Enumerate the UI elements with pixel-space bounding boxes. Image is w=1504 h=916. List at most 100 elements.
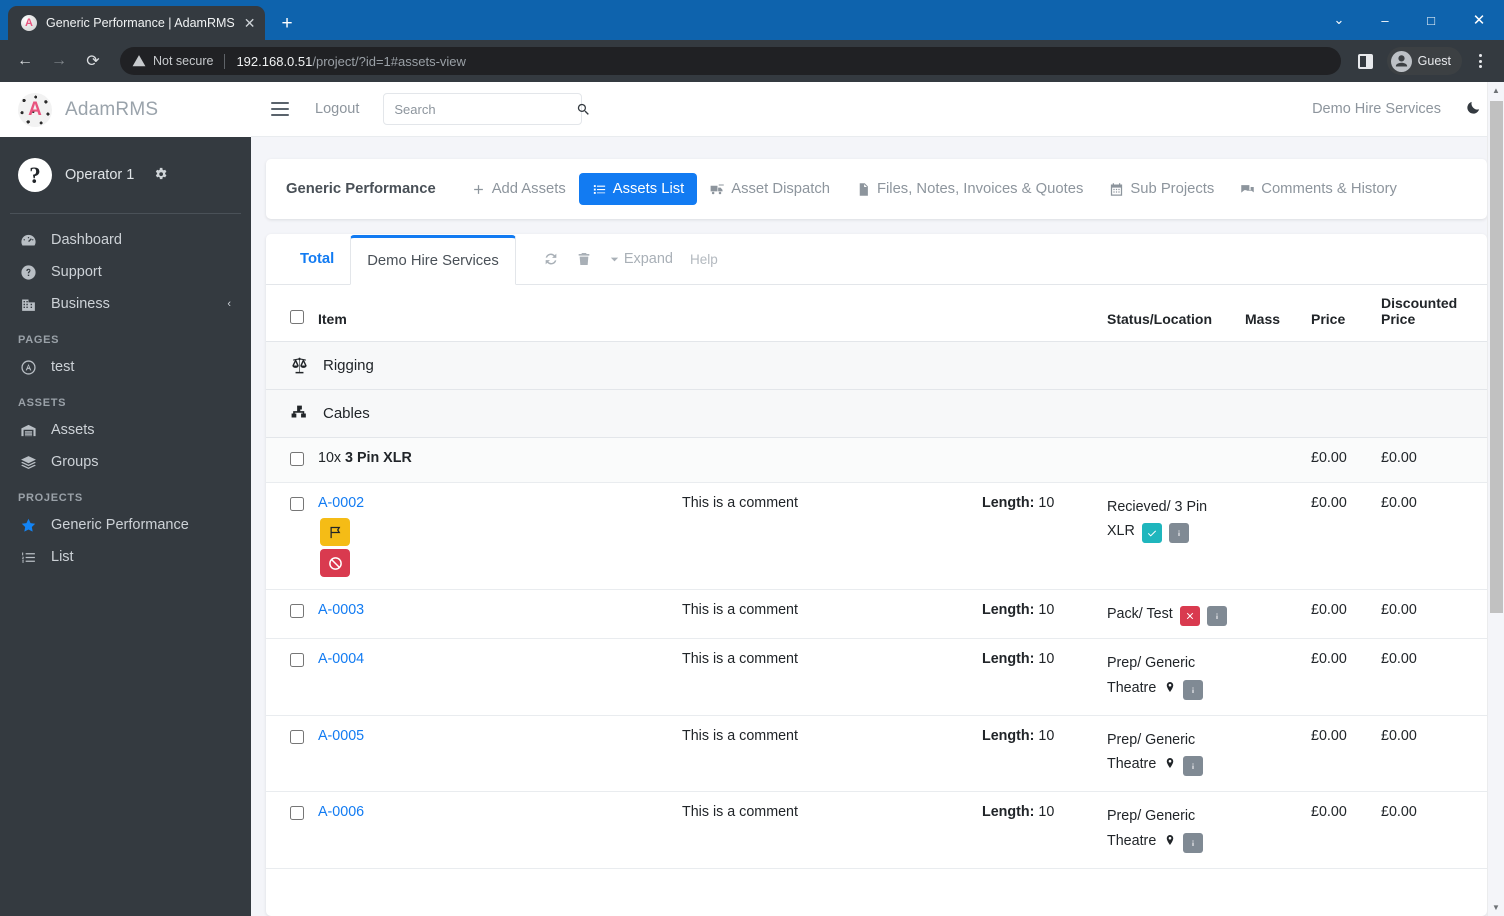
sidebar-item-groups[interactable]: Groups [0, 446, 251, 478]
refresh-button[interactable] [543, 251, 559, 267]
logout-link[interactable]: Logout [315, 101, 359, 117]
select-all-checkbox[interactable] [290, 310, 304, 324]
asset-group-row[interactable]: Rigging [266, 342, 1487, 390]
info-badge-icon[interactable] [1183, 680, 1203, 700]
help-link[interactable]: Help [690, 252, 718, 267]
tab-add-assets[interactable]: Add Assets [458, 173, 579, 205]
cross-badge-icon[interactable] [1180, 606, 1200, 626]
asset-id-link[interactable]: A-0002 [318, 495, 364, 511]
asset-id-link[interactable]: A-0003 [318, 602, 364, 618]
row-checkbox[interactable] [290, 604, 304, 618]
scroll-up-icon[interactable]: ▲ [1488, 82, 1504, 99]
tab-assets-list[interactable]: Assets List [579, 173, 698, 205]
flag-badge-icon[interactable] [320, 518, 350, 546]
search-icon[interactable] [576, 102, 591, 117]
row-checkbox[interactable] [290, 497, 304, 511]
side-panel-icon[interactable] [1353, 48, 1379, 74]
quantity-price: £0.00 [1305, 438, 1375, 483]
asset-quantity-row[interactable]: 10x 3 Pin XLR £0.00 £0.00 [266, 438, 1487, 483]
sidebar-item-list[interactable]: List [0, 541, 251, 573]
row-select-cell [266, 639, 312, 716]
location-pin-icon[interactable] [1164, 832, 1176, 856]
info-badge-icon[interactable] [1169, 523, 1189, 543]
tab-asset-dispatch[interactable]: Asset Dispatch [697, 173, 843, 205]
asset-id-link[interactable]: A-0006 [318, 804, 364, 820]
asset-comment: This is a comment [676, 639, 976, 716]
table-row[interactable]: A-0003 This is a comment Length: 10 Pack… [266, 590, 1487, 639]
check-badge-icon[interactable] [1142, 523, 1162, 543]
refresh-icon [543, 251, 559, 267]
list-icon [592, 182, 607, 197]
tab-search-icon[interactable]: ⌄ [1316, 0, 1362, 40]
close-window-icon[interactable]: ✕ [1454, 0, 1504, 40]
row-checkbox[interactable] [290, 452, 304, 466]
table-row[interactable]: A-0005 This is a comment Length: 10 Prep… [266, 715, 1487, 792]
hamburger-icon[interactable] [271, 102, 289, 116]
browser-titlebar: A Generic Performance | AdamRMS ✕ + ⌄ – … [0, 0, 1504, 40]
close-tab-icon[interactable]: ✕ [244, 16, 256, 30]
tab-files-notes-invoices-quotes[interactable]: Files, Notes, Invoices & Quotes [843, 173, 1096, 205]
minimize-icon[interactable]: – [1362, 0, 1408, 40]
brand[interactable]: A AdamRMS [0, 82, 251, 137]
reload-icon[interactable]: ⟳ [78, 46, 108, 76]
expand-button[interactable]: Expand [609, 251, 673, 267]
address-bar[interactable]: Not secure 192.168.0.51/project/?id=1#as… [120, 47, 1341, 75]
sidebar-item-dashboard[interactable]: Dashboard [0, 224, 251, 256]
scrollbar-thumb[interactable] [1490, 101, 1503, 613]
search-input[interactable] [394, 102, 570, 117]
profile-button[interactable]: Guest [1387, 47, 1462, 75]
browser-menu-icon[interactable] [1466, 47, 1494, 75]
asset-id-link[interactable]: A-0005 [318, 728, 364, 744]
asset-id-cell: A-0002 [312, 483, 676, 590]
tab-sub-projects[interactable]: Sub Projects [1096, 173, 1227, 205]
asset-comment: This is a comment [676, 590, 976, 639]
subtab-total[interactable]: Total [284, 234, 350, 284]
scroll-down-icon[interactable]: ▼ [1488, 899, 1504, 916]
asset-comment: This is a comment [676, 792, 976, 869]
info-badge-icon[interactable] [1183, 756, 1203, 776]
sidebar-item-test[interactable]: test [0, 351, 251, 383]
asset-group-row[interactable]: Cables [266, 390, 1487, 438]
tab-comments-history[interactable]: Comments & History [1227, 173, 1410, 205]
search-box[interactable] [383, 93, 582, 125]
ban-badge-icon[interactable] [320, 549, 350, 577]
location-pin-icon[interactable] [1164, 679, 1176, 703]
row-checkbox[interactable] [290, 806, 304, 820]
browser-tab[interactable]: A Generic Performance | AdamRMS ✕ [8, 6, 265, 40]
row-checkbox[interactable] [290, 730, 304, 744]
gear-icon[interactable] [153, 166, 168, 184]
asset-length: Length: 10 [976, 639, 1101, 716]
info-badge-icon[interactable] [1207, 606, 1227, 626]
asset-mass [1239, 792, 1305, 869]
column-status-location: Status/Location [1101, 285, 1239, 342]
asset-group-label: Cables [323, 405, 370, 422]
info-badge-icon[interactable] [1183, 833, 1203, 853]
table-row[interactable]: A-0004 This is a comment Length: 10 Prep… [266, 639, 1487, 716]
back-icon[interactable]: ← [10, 46, 40, 76]
maximize-icon[interactable]: □ [1408, 0, 1454, 40]
asset-discounted: £0.00 [1375, 639, 1487, 716]
row-checkbox[interactable] [290, 653, 304, 667]
page-scrollbar[interactable]: ▲ ▼ [1487, 82, 1504, 916]
asset-id-link[interactable]: A-0004 [318, 651, 364, 667]
subtab-demo-hire-services[interactable]: Demo Hire Services [350, 235, 516, 285]
user-panel: ? Operator 1 [0, 137, 251, 213]
sidebar-item-assets[interactable]: Assets [0, 414, 251, 446]
sidebar-item-business[interactable]: Business ‹ [0, 288, 251, 320]
location-pin-icon[interactable] [1164, 755, 1176, 779]
table-row[interactable]: A-0006 This is a comment Length: 10 Prep… [266, 792, 1487, 869]
row-select-cell [266, 590, 312, 639]
table-row[interactable]: A-0002 [266, 483, 1487, 590]
asset-id-cell: A-0005 [312, 715, 676, 792]
sidebar-item-support[interactable]: Support [0, 256, 251, 288]
not-secure-icon [132, 54, 146, 68]
new-tab-button[interactable]: + [281, 14, 292, 33]
sidebar-item-generic-performance[interactable]: Generic Performance [0, 509, 251, 541]
delete-button[interactable] [576, 251, 592, 267]
tab-title: Generic Performance | AdamRMS [46, 16, 235, 30]
moon-icon[interactable] [1465, 99, 1482, 119]
forward-icon[interactable]: → [44, 46, 74, 76]
column-item: Item [312, 285, 1101, 342]
chevron-left-icon[interactable]: ‹ [227, 298, 231, 310]
organisation-selector[interactable]: Demo Hire Services [1312, 101, 1441, 117]
